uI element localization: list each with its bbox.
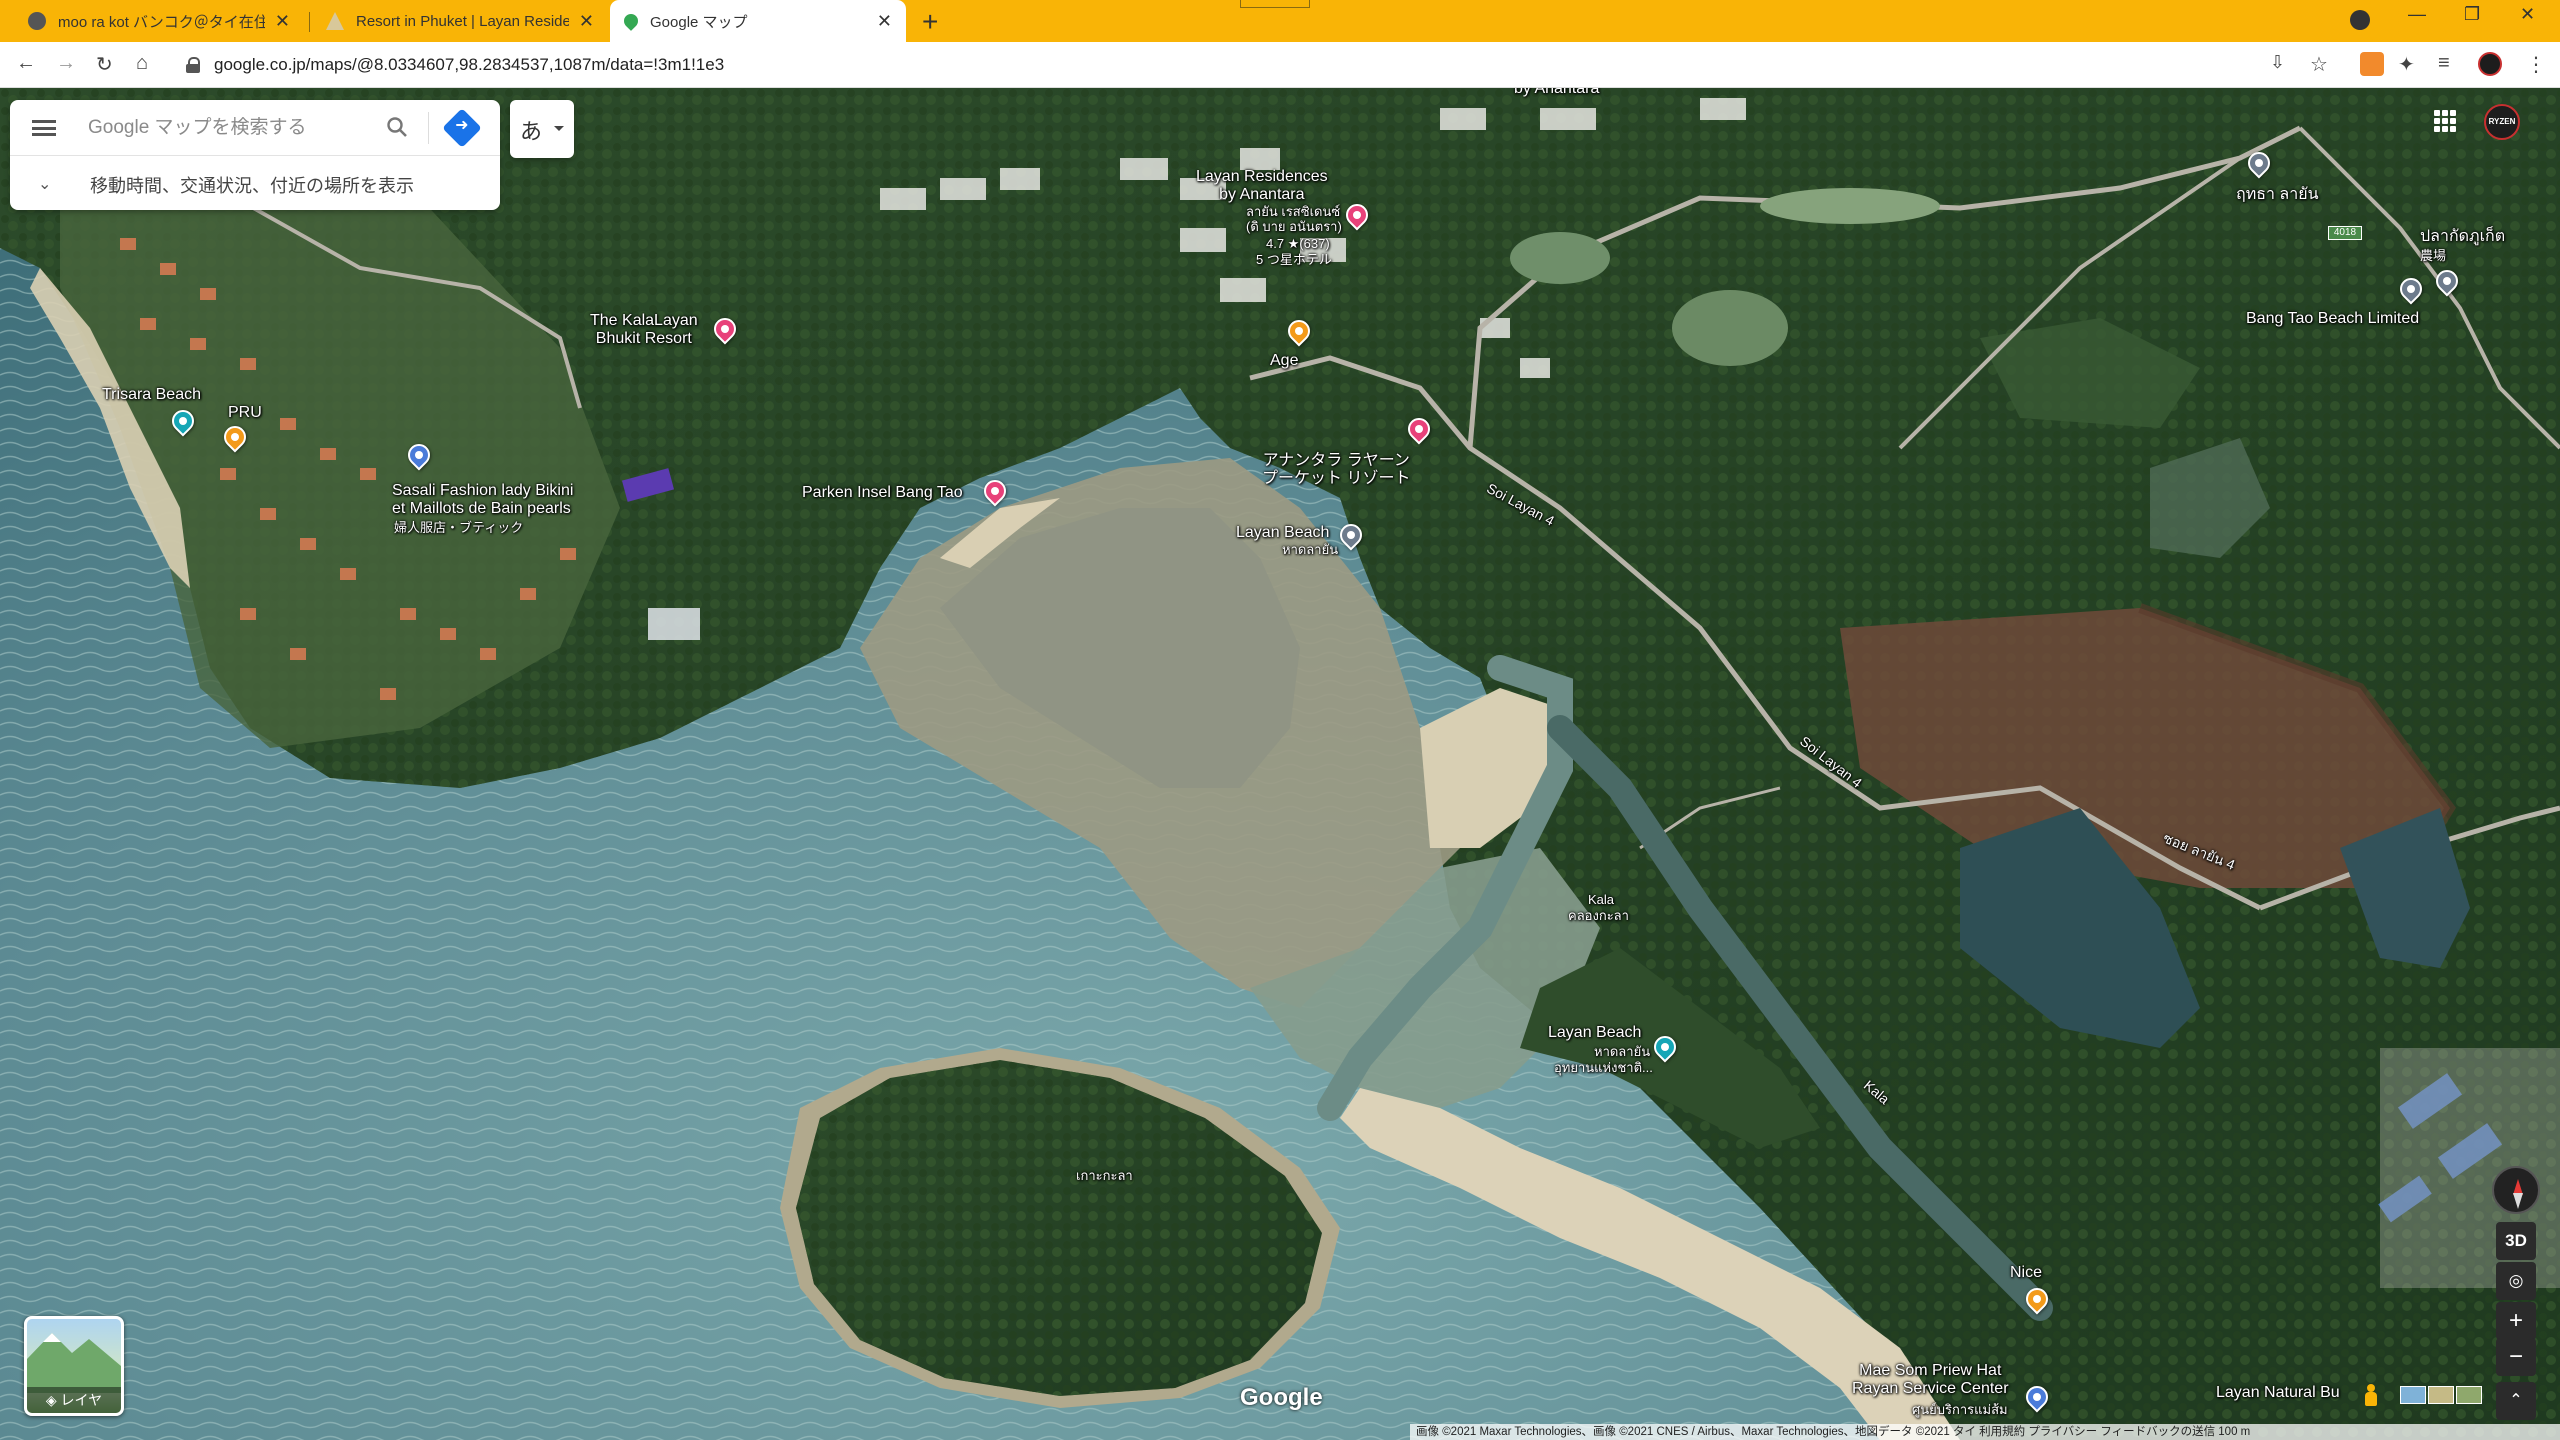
- layers-icon: ◈: [45, 1392, 61, 1408]
- collapse-chevron-up-icon[interactable]: ⌃: [2496, 1382, 2536, 1420]
- tab-title: Google マップ: [650, 13, 748, 31]
- place-label[interactable]: アナンタラ ラヤーン プーケット リゾート: [1262, 452, 1410, 488]
- place-label[interactable]: Layan Residences by Anantara: [1196, 168, 1328, 204]
- place-label[interactable]: ฤทธา ลายัน: [2236, 186, 2319, 204]
- imagery-thumbnail[interactable]: [2400, 1386, 2426, 1404]
- place-label[interactable]: Mae Som Priew Hat Rayan Service Center: [1852, 1362, 2009, 1398]
- extensions-puzzle-icon[interactable]: ✦: [2398, 52, 2415, 77]
- place-label-thai: ลายัน เรสซิเดนซ์: [1246, 204, 1341, 219]
- minimize-icon[interactable]: —: [2408, 4, 2426, 25]
- input-tools-button[interactable]: あ: [510, 100, 574, 158]
- account-avatar[interactable]: RYZEN: [2484, 104, 2520, 140]
- google-apps-icon[interactable]: [2434, 110, 2456, 132]
- search-icon[interactable]: [386, 116, 408, 138]
- close-tab-icon[interactable]: ✕: [579, 11, 594, 32]
- explore-hint-row[interactable]: ⌄ 移動時間、交通状況、付近の場所を表示: [10, 156, 500, 210]
- hotel-class-label: 5 つ星ホテル: [1256, 252, 1332, 267]
- place-label[interactable]: Layan Natural Bu: [2216, 1384, 2340, 1402]
- place-label[interactable]: Age: [1270, 352, 1298, 370]
- imagery-thumbnail[interactable]: [2428, 1386, 2454, 1404]
- layers-label: ◈ レイヤ: [27, 1387, 121, 1413]
- close-tab-icon[interactable]: ✕: [877, 11, 892, 32]
- maximize-icon[interactable]: ❐: [2464, 4, 2480, 25]
- profile-avatar-icon[interactable]: [2478, 52, 2502, 76]
- place-label-thai: หาดลายัน: [1594, 1044, 1651, 1059]
- water-label: Kala: [1588, 892, 1615, 907]
- place-label[interactable]: PRU: [228, 404, 262, 422]
- tab-bar: moo ra kot バンコク＠タイ在住／非 ✕ Resort in Phuke…: [0, 0, 2560, 42]
- zoom-out-button[interactable]: −: [2496, 1338, 2536, 1376]
- reload-icon[interactable]: ↻: [96, 52, 113, 77]
- place-label[interactable]: Sasali Fashion lady Bikini et Maillots d…: [392, 482, 573, 518]
- place-category-label: 婦人服店・ブティック: [394, 520, 524, 535]
- place-label[interactable]: Nice: [2010, 1264, 2042, 1282]
- place-label-thai: หาดลายัน: [1282, 542, 1339, 557]
- terrain-thumbnail-icon: [27, 1333, 121, 1393]
- site-favicon-icon: [28, 12, 46, 30]
- tab-google-maps[interactable]: Google マップ ✕: [610, 0, 906, 42]
- url-text: google.co.jp/maps/@8.0334607,98.2834537,…: [214, 55, 725, 74]
- google-logo: Google: [1240, 1384, 1323, 1411]
- close-tab-icon[interactable]: ✕: [275, 11, 290, 32]
- tab-search-strip: [1240, 0, 1310, 8]
- new-tab-button[interactable]: +: [922, 6, 938, 38]
- rating-label: 4.7 ★(637): [1266, 236, 1330, 251]
- place-label[interactable]: Layan Beach: [1236, 524, 1329, 542]
- place-category-label: 農場: [2420, 248, 2447, 263]
- search-input[interactable]: [88, 114, 378, 142]
- browser-menu-icon[interactable]: ⋮: [2526, 52, 2546, 77]
- browser-toolbar: ← → ↻ ⌂ google.co.jp/maps/@8.0334607,98.…: [0, 42, 2560, 88]
- place-label[interactable]: by Anantara: [1514, 88, 1599, 98]
- ime-label: あ: [520, 119, 543, 144]
- bookmark-star-icon[interactable]: ☆: [2310, 52, 2328, 77]
- home-icon[interactable]: ⌂: [136, 52, 148, 75]
- place-label[interactable]: Parken Insel Bang Tao: [802, 484, 963, 502]
- my-location-icon[interactable]: ◎: [2496, 1262, 2536, 1300]
- place-label-sub: อุทยานแห่งชาติ...: [1554, 1060, 1653, 1075]
- satellite-imagery: [0, 88, 2560, 1440]
- maps-favicon-icon: [621, 11, 641, 31]
- satellite-map[interactable]: by Anantara Layan Residences by Anantara…: [0, 88, 2560, 1440]
- hamburger-menu-icon[interactable]: [32, 120, 56, 136]
- place-label-thai: ศูนย์บริการแม่ส้ม: [1912, 1402, 2008, 1417]
- place-label[interactable]: The KalaLayan Bhukit Resort: [590, 312, 698, 348]
- search-panel: ⌄ 移動時間、交通状況、付近の場所を表示: [10, 100, 500, 210]
- directions-icon[interactable]: [442, 108, 482, 148]
- tab-moo-ra-kot[interactable]: moo ra kot バンコク＠タイ在住／非 ✕: [14, 0, 304, 42]
- place-label[interactable]: ปลากัดภูเก็ต: [2420, 228, 2505, 246]
- zoom-in-button[interactable]: +: [2496, 1302, 2536, 1340]
- water-label-thai: คลองกะลา: [1568, 908, 1629, 923]
- imagery-thumbnail[interactable]: [2456, 1386, 2482, 1404]
- rss-extension-icon[interactable]: [2360, 52, 2384, 76]
- chevron-down-icon[interactable]: ⌄: [38, 174, 51, 194]
- tab-layan-residences[interactable]: Resort in Phuket | Layan Residen ✕: [312, 0, 608, 42]
- route-badge: 4018: [2328, 226, 2362, 240]
- lock-icon: [186, 57, 200, 73]
- address-bar[interactable]: google.co.jp/maps/@8.0334607,98.2834537,…: [186, 48, 2286, 82]
- layers-text: レイヤ: [60, 1392, 103, 1408]
- install-app-icon[interactable]: ⇩: [2270, 52, 2285, 73]
- back-icon[interactable]: ←: [16, 52, 36, 75]
- place-label[interactable]: Bang Tao Beach Limited: [2246, 310, 2419, 328]
- tab-search-icon[interactable]: [2350, 10, 2370, 30]
- compass-icon[interactable]: [2492, 1166, 2540, 1214]
- 3d-toggle-button[interactable]: 3D: [2496, 1222, 2536, 1260]
- explore-hint-text: 移動時間、交通状況、付近の場所を表示: [90, 176, 414, 196]
- forward-icon[interactable]: →: [56, 52, 76, 75]
- tab-title: Resort in Phuket | Layan Residen: [356, 12, 569, 30]
- site-favicon-icon: [326, 12, 344, 30]
- attribution-bar[interactable]: 画像 ©2021 Maxar Technologies、画像 ©2021 CNE…: [1410, 1424, 2560, 1440]
- search-row: [10, 100, 500, 156]
- place-label[interactable]: Layan Beach: [1548, 1024, 1641, 1042]
- window-close-icon[interactable]: ✕: [2520, 4, 2535, 25]
- island-label: เกาะกะลา: [1076, 1168, 1133, 1183]
- reading-list-icon[interactable]: ≡: [2438, 52, 2450, 75]
- layers-button[interactable]: ◈ レイヤ: [24, 1316, 124, 1416]
- pegman-street-view-icon[interactable]: [2364, 1384, 2378, 1406]
- tab-title: moo ra kot バンコク＠タイ在住／非: [58, 13, 265, 31]
- place-label-thai: (ดิ บาย อนันตรา): [1246, 219, 1342, 234]
- place-label[interactable]: Trisara Beach: [102, 386, 201, 404]
